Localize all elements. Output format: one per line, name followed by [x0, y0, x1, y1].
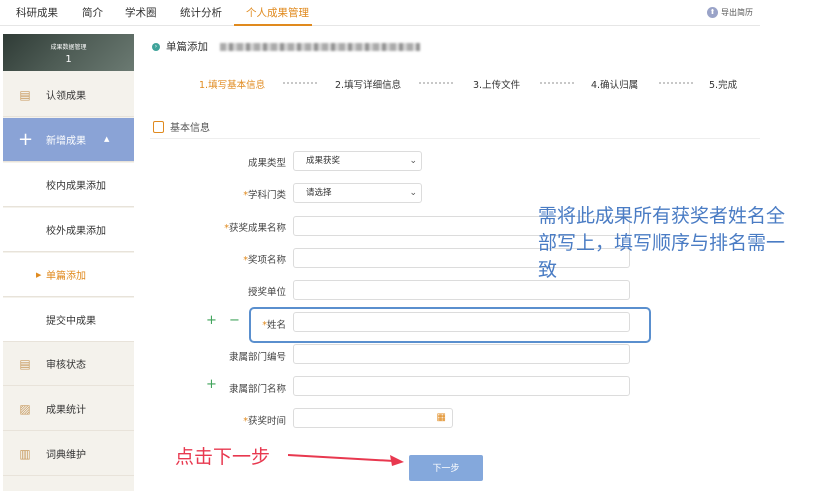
- review-icon: ▤: [19, 356, 31, 371]
- result-type-value: 成果获奖: [306, 156, 341, 166]
- nav-academic-circle[interactable]: 学术圈: [125, 5, 157, 20]
- sidebar-item-label: 审核状态: [46, 360, 86, 371]
- export-label: 导出简历: [721, 8, 753, 17]
- sidebar-item-review-status[interactable]: ▤ 审核状态: [3, 342, 134, 386]
- nav-personal-results[interactable]: 个人成果管理: [246, 5, 309, 20]
- step-divider: [419, 82, 453, 84]
- callout-note: 需将此成果所有获奖者姓名全部写上，填写顺序与排名需一致: [538, 205, 786, 281]
- page-title: 单篇添加: [166, 41, 208, 53]
- nav-statistics[interactable]: 统计分析: [180, 5, 222, 20]
- sidebar: 成果数据管理 1 ▤ 认领成果 + 新增成果 ▲ 校内成果添加 校外成果添加 ▶…: [3, 34, 134, 491]
- nav-research[interactable]: 科研成果: [16, 5, 58, 20]
- export-icon: ⬆: [707, 7, 718, 18]
- prize-name-label: *奖项名称: [243, 255, 286, 266]
- sidebar-item-label: 校内成果添加: [46, 181, 106, 192]
- sidebar-item-external-add[interactable]: 校外成果添加: [3, 208, 134, 252]
- next-step-button[interactable]: 下一步: [409, 455, 483, 481]
- sidebar-item-dictionary[interactable]: ▥ 词典维护: [3, 432, 134, 476]
- sidebar-item-label: 单篇添加: [46, 271, 86, 282]
- dictionary-icon: ▥: [19, 446, 31, 461]
- hint-arrow-icon: [288, 454, 404, 466]
- sidebar-item-internal-add[interactable]: 校内成果添加: [3, 163, 134, 207]
- section-basic-info: 基本信息: [153, 119, 210, 134]
- sidebar-item-label: 成果统计: [46, 405, 86, 416]
- chevron-down-icon: ⌄: [409, 156, 417, 166]
- sidebar-item-label: 校外成果添加: [46, 226, 106, 237]
- sidebar-item-claim[interactable]: ▤ 认领成果: [3, 73, 134, 117]
- sidebar-header-title: 成果数据管理: [50, 44, 87, 51]
- step-4: 4.确认归属: [591, 80, 639, 91]
- blurred-breadcrumb: [220, 42, 420, 51]
- document-icon: [153, 120, 164, 133]
- export-resume-button[interactable]: ⬆ 导出简历: [707, 7, 753, 18]
- sidebar-header: 成果数据管理 1: [3, 34, 134, 71]
- page-title-bar: › 单篇添加: [152, 39, 420, 54]
- step-1: 1.填写基本信息: [199, 80, 266, 91]
- section-title: 基本信息: [170, 123, 210, 134]
- nav-active-underline: [234, 24, 312, 26]
- name-field-highlight: [249, 307, 651, 343]
- result-type-label: 成果类型: [247, 158, 286, 169]
- arrow-right-icon: ▶: [36, 270, 42, 279]
- dept-name-label: 隶属部门名称: [228, 384, 286, 395]
- dept-code-label: 隶属部门编号: [228, 352, 286, 363]
- dept-name-input[interactable]: [293, 376, 630, 396]
- caret-up-icon: ▲: [104, 135, 110, 143]
- step-divider: [283, 82, 317, 84]
- section-divider: [150, 138, 760, 139]
- top-nav: 科研成果 简介 学术圈 统计分析 个人成果管理 ⬆ 导出简历: [0, 0, 760, 26]
- step-5: 5.完成: [709, 80, 738, 91]
- award-time-label: *获奖时间: [243, 416, 286, 427]
- discipline-select[interactable]: 请选择 ⌄: [293, 183, 422, 203]
- sidebar-item-label: 认领成果: [46, 91, 86, 102]
- step-divider: [540, 82, 574, 84]
- step-2: 2.填写详细信息: [335, 80, 402, 91]
- award-time-input[interactable]: ▦: [293, 408, 453, 428]
- step-3: 3.上传文件: [473, 80, 521, 91]
- award-name-label: *获奖成果名称: [224, 223, 286, 234]
- sidebar-item-label: 词典维护: [46, 450, 86, 461]
- sidebar-item-label: 新增成果: [46, 136, 86, 147]
- sidebar-item-submitting[interactable]: 提交中成果: [3, 298, 134, 342]
- sidebar-item-label: 提交中成果: [46, 316, 96, 327]
- dept-code-input[interactable]: [293, 344, 630, 364]
- calendar-icon[interactable]: ▦: [437, 413, 446, 423]
- awarding-unit-label: 授奖单位: [247, 287, 286, 298]
- sidebar-item-statistics[interactable]: ▨ 成果统计: [3, 387, 134, 431]
- step-divider: [659, 82, 693, 84]
- sidebar-item-single-add[interactable]: ▶ 单篇添加: [3, 253, 134, 297]
- discipline-value: 请选择: [306, 188, 332, 198]
- sidebar-header-count: 1: [65, 54, 72, 65]
- claim-icon: ▤: [19, 87, 31, 102]
- plus-icon: +: [18, 128, 34, 150]
- sidebar-item-add-result[interactable]: + 新增成果 ▲: [3, 118, 134, 162]
- next-step-hint: 点击下一步: [175, 446, 271, 468]
- chevron-down-icon: ⌄: [409, 188, 417, 198]
- nav-intro[interactable]: 简介: [82, 5, 103, 20]
- result-type-select[interactable]: 成果获奖 ⌄: [293, 151, 422, 171]
- title-arrow-icon: ›: [152, 42, 160, 51]
- chart-icon: ▨: [19, 401, 31, 416]
- discipline-label: *学科门类: [243, 190, 286, 201]
